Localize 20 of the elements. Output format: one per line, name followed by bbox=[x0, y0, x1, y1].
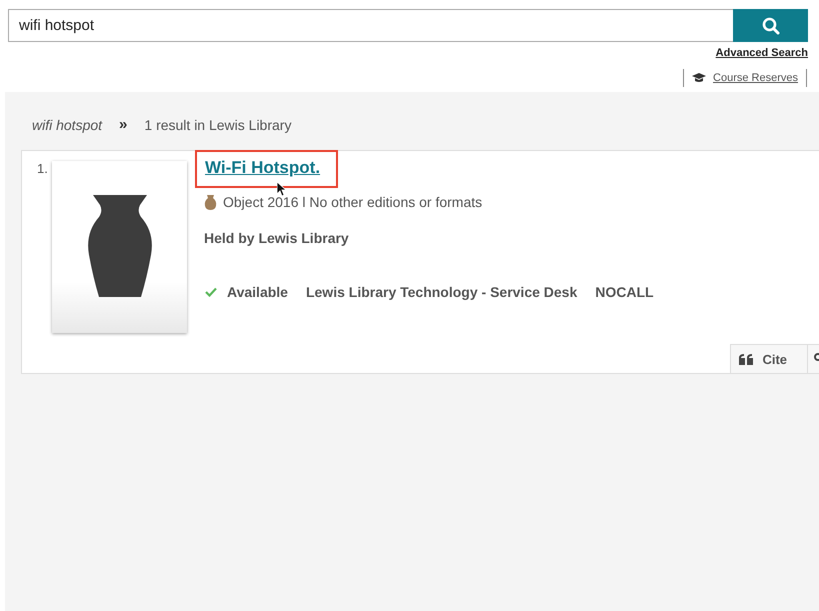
call-number-text: NOCALL bbox=[595, 284, 654, 300]
holdings-text: Held by Lewis Library bbox=[203, 230, 350, 246]
cite-button[interactable]: Cite bbox=[730, 344, 808, 373]
result-number: 1. bbox=[37, 161, 49, 178]
result-title-link[interactable]: Wi-Fi Hotspot. bbox=[205, 158, 320, 177]
search-button[interactable] bbox=[733, 9, 808, 42]
cursor-icon bbox=[277, 182, 287, 197]
search-query-text: wifi hotspot bbox=[32, 116, 102, 132]
search-field[interactable]: wifi hotspot bbox=[8, 9, 733, 42]
format-text: Object 2016 l No other editions or formats bbox=[223, 194, 482, 210]
breadcrumb-separator: » bbox=[119, 116, 128, 133]
result-count-text: 1 result in Lewis Library bbox=[144, 116, 292, 132]
advanced-search-link[interactable]: Advanced Search bbox=[716, 47, 808, 59]
graduation-cap-icon bbox=[692, 73, 706, 83]
vase-icon bbox=[204, 194, 217, 210]
availability-status: Available bbox=[227, 284, 288, 300]
course-reserves-link[interactable]: Course Reserves bbox=[692, 72, 798, 84]
quote-icon bbox=[739, 354, 754, 364]
search-icon bbox=[762, 16, 780, 34]
location-text: Lewis Library Technology - Service Desk bbox=[306, 284, 578, 300]
